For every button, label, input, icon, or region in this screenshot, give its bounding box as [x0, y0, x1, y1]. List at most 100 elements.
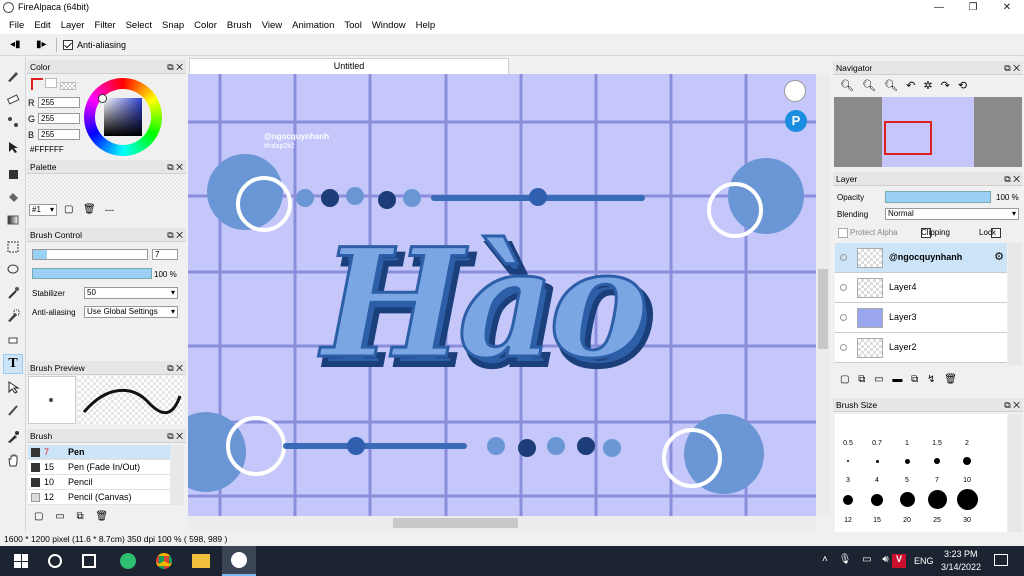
visibility-icon[interactable] — [840, 284, 847, 291]
panel-float-close-icon[interactable]: ⧉ ✕ — [1004, 61, 1020, 75]
menu-edit[interactable]: Edit — [29, 20, 55, 31]
menu-filter[interactable]: Filter — [89, 20, 120, 31]
delete-palette-icon[interactable]: 🗑 — [83, 204, 96, 215]
maximize-button[interactable]: ❐ — [956, 0, 990, 16]
visibility-icon[interactable] — [840, 314, 847, 321]
antialias-checkbox[interactable] — [63, 40, 73, 50]
navigator-toolbar[interactable]: 🔍︎ 🔍︎ 🔍︎ ↶ ✲ ↷ ⟲ — [840, 79, 967, 92]
menu-snap[interactable]: Snap — [157, 20, 189, 31]
drawing-canvas[interactable]: Hào Hào @ngocquynhanh #hdap2k2 P — [188, 74, 816, 516]
pen-tool-icon[interactable] — [3, 66, 23, 86]
text-tool-icon[interactable]: T — [3, 354, 23, 374]
lasso-tool-icon[interactable] — [3, 260, 23, 280]
brush-item[interactable]: 7Pen⚙ — [28, 445, 184, 460]
brush-size-scrollbar[interactable] — [1008, 414, 1022, 532]
hue-wheel[interactable] — [84, 78, 162, 156]
brush-size-option[interactable]: 12 — [836, 517, 860, 524]
canvas-vscrollbar[interactable] — [816, 74, 830, 516]
brush-size-option[interactable]: 1.5 — [925, 440, 949, 447]
blur-tool-icon[interactable] — [3, 400, 23, 420]
visibility-icon[interactable] — [840, 254, 847, 261]
brush-size-option[interactable]: 7 — [925, 477, 949, 484]
panel-float-close-icon[interactable]: ⧉ ✕ — [167, 228, 183, 242]
brush-size-option[interactable]: 1 — [895, 440, 919, 447]
green-input[interactable]: 255 — [38, 113, 80, 124]
panel-float-close-icon[interactable]: ⧉ ✕ — [167, 60, 183, 74]
menu-brush[interactable]: Brush — [222, 20, 257, 31]
red-input[interactable]: 255 — [38, 97, 80, 108]
brush-size-option[interactable]: 20 — [895, 517, 919, 524]
menu-help[interactable]: Help — [411, 20, 441, 31]
collapse-left-icon[interactable]: ◂▮ — [10, 39, 21, 50]
notification-icon[interactable] — [994, 554, 1008, 566]
brush-list-actions[interactable]: ▢ ▭ ⧉ 🗑 — [34, 511, 108, 522]
panel-float-close-icon[interactable]: ⧉ ✕ — [167, 361, 183, 375]
brush-size-option[interactable]: 15 — [865, 517, 889, 524]
navigator-preview[interactable] — [834, 97, 1022, 167]
hand-tool-icon[interactable] — [3, 450, 23, 470]
panel-float-close-icon[interactable]: ⧉ ✕ — [1004, 172, 1020, 186]
layer-row[interactable]: Layer3 — [835, 303, 1007, 333]
brush-opacity-slider[interactable] — [32, 268, 152, 279]
brush-list-scrollbar[interactable] — [170, 445, 184, 505]
firealpaca-taskbar-button[interactable] — [222, 546, 256, 576]
layer-list-scrollbar[interactable] — [1008, 243, 1022, 365]
saturation-square[interactable] — [104, 98, 142, 136]
system-tray-icons[interactable]: ˄ 🎙 ▭ 🔊︎ — [822, 554, 889, 565]
canvas-hscrollbar[interactable] — [188, 516, 816, 530]
menu-color[interactable]: Color — [189, 20, 222, 31]
start-icon[interactable] — [14, 554, 28, 568]
brush-size-option[interactable]: 4 — [865, 477, 889, 484]
menu-window[interactable]: Window — [367, 20, 411, 31]
brush-item[interactable]: 10 Pencil — [28, 475, 184, 490]
primary-color-swatch[interactable] — [31, 78, 43, 90]
palette-swatches[interactable] — [28, 175, 185, 199]
brush-item[interactable]: 15 Pen (Fade In/Out) — [28, 460, 184, 475]
palette-more[interactable]: --- — [105, 205, 114, 215]
color-picker-handle[interactable] — [98, 94, 107, 103]
magic-wand-icon[interactable] — [3, 283, 23, 303]
minimize-button[interactable]: — — [922, 0, 956, 16]
search-icon[interactable] — [48, 554, 62, 568]
menu-layer[interactable]: Layer — [56, 20, 90, 31]
brush-size-option[interactable]: 25 — [925, 517, 949, 524]
menu-tool[interactable]: Tool — [339, 20, 366, 31]
brush-size-option[interactable]: 0.7 — [865, 440, 889, 447]
clock-time[interactable]: 3:23 PM — [944, 549, 978, 559]
brush-size-option[interactable]: 0.5 — [836, 440, 860, 447]
brush-antialias-select[interactable]: Use Global Settings — [84, 306, 178, 318]
stabilizer-select[interactable]: 50 — [84, 287, 178, 299]
close-button[interactable]: ✕ — [990, 0, 1024, 16]
panel-float-close-icon[interactable]: ⧉ ✕ — [1004, 398, 1020, 412]
menu-select[interactable]: Select — [121, 20, 157, 31]
layer-opacity-slider[interactable] — [885, 191, 991, 203]
file-explorer-icon[interactable] — [192, 554, 210, 568]
menu-file[interactable]: File — [4, 20, 29, 31]
chrome-icon[interactable] — [156, 553, 172, 569]
blue-input[interactable]: 255 — [38, 129, 80, 140]
blending-select[interactable]: Normal — [885, 208, 1019, 220]
palette-selector[interactable]: #1 — [29, 204, 57, 216]
tab-untitled[interactable]: Untitled — [189, 58, 509, 74]
brush-size-option[interactable]: 5 — [895, 477, 919, 484]
protect-alpha-checkbox[interactable] — [838, 228, 848, 238]
coccoc-icon[interactable] — [120, 553, 136, 569]
panel-float-close-icon[interactable]: ⧉ ✕ — [167, 429, 183, 443]
unikey-icon[interactable]: V — [892, 554, 906, 568]
layer-row[interactable]: Layer4 — [835, 273, 1007, 303]
menu-view[interactable]: View — [257, 20, 287, 31]
panel-float-close-icon[interactable]: ⧉ ✕ — [167, 160, 183, 174]
select-pen-icon[interactable] — [3, 306, 23, 326]
fill-rect-icon[interactable] — [3, 164, 23, 184]
brush-size-option[interactable]: 30 — [955, 517, 979, 524]
operation-tool-icon[interactable] — [3, 377, 23, 397]
new-palette-icon[interactable]: ▢ — [64, 204, 73, 215]
clock-date[interactable]: 3/14/2022 — [941, 562, 981, 572]
brush-size-option[interactable]: 2 — [955, 440, 979, 447]
brush-size-option[interactable]: 10 — [955, 477, 979, 484]
secondary-color-swatch[interactable] — [45, 78, 57, 88]
bucket-tool-icon[interactable] — [3, 187, 23, 207]
dots-tool-icon[interactable] — [3, 112, 23, 132]
layer-row[interactable]: @ngocquynhanh ⚙ — [835, 243, 1007, 273]
layer-actions[interactable]: ▢ ⧉ ▭ ▬ ⧉ ↯ 🗑 — [840, 374, 957, 385]
